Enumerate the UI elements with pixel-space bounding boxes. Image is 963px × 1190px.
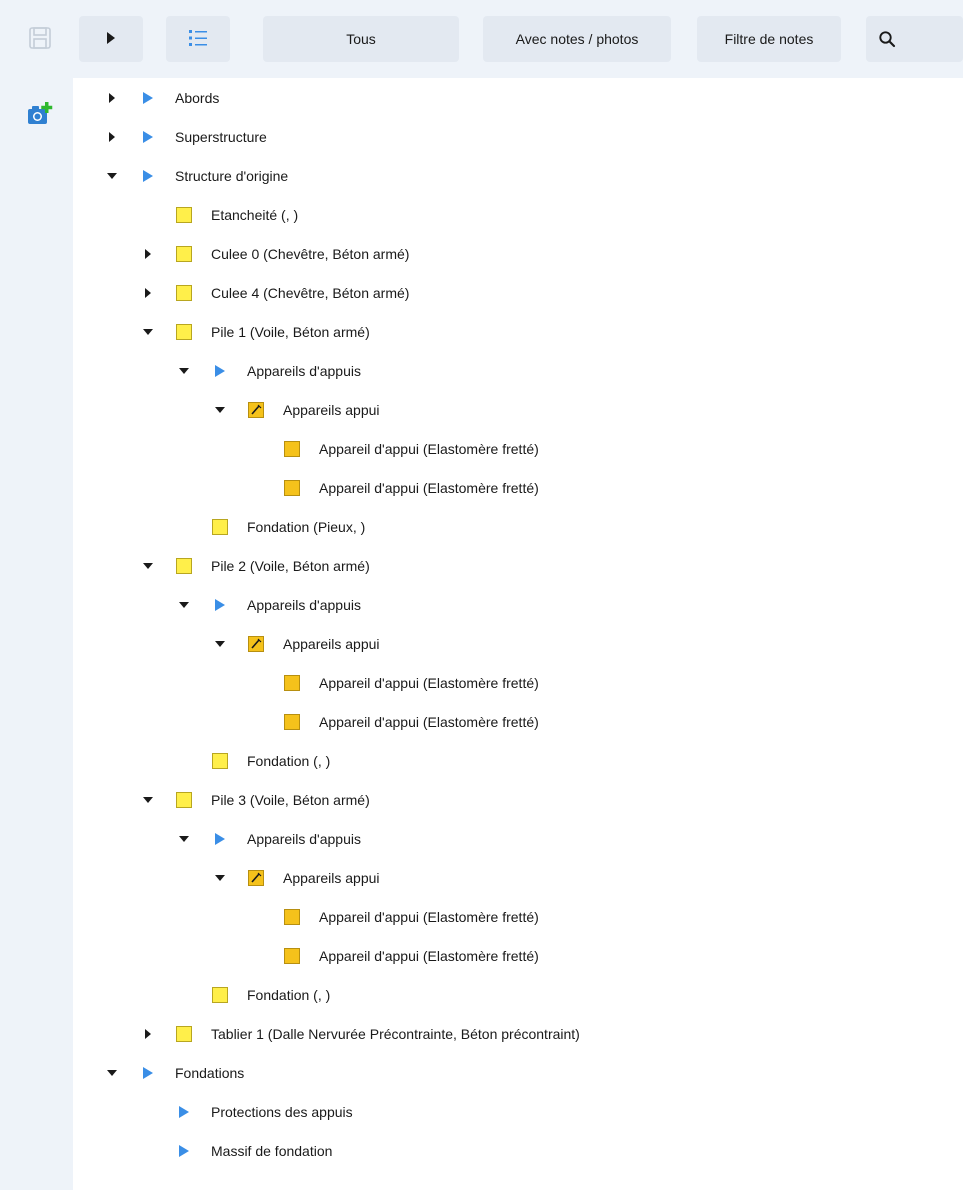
tree-node-label: Abords — [175, 90, 220, 106]
tree-node-label: Fondation (, ) — [247, 987, 331, 1003]
search-icon — [878, 30, 896, 51]
notes-filter-label: Filtre de notes — [724, 31, 814, 47]
search-button[interactable] — [866, 16, 963, 62]
tree-node-label: Appareil d'appui (Elastomère fretté) — [319, 441, 539, 457]
tree-node-label: Appareil d'appui (Elastomère fretté) — [319, 948, 539, 964]
section-arrow-icon — [175, 1142, 193, 1160]
tree-node-label: Appareils appui — [283, 870, 380, 886]
edit-pencil-icon — [247, 635, 265, 653]
collapse-caret-icon[interactable] — [105, 1066, 119, 1080]
toolbar: Tous Avec notes / photos Filtre de notes — [73, 0, 963, 78]
section-arrow-icon — [139, 128, 157, 146]
add-photo-button[interactable] — [20, 96, 60, 134]
section-arrow-icon — [175, 1103, 193, 1121]
list-view-button[interactable] — [166, 16, 230, 62]
component-square-icon — [175, 284, 193, 302]
tree-node-label: Culee 4 (Chevêtre, Béton armé) — [211, 285, 410, 301]
tree-node-label: Pile 3 (Voile, Béton armé) — [211, 792, 370, 808]
edit-pencil-icon — [247, 401, 265, 419]
item-square-icon — [283, 908, 301, 926]
item-square-icon — [283, 479, 301, 497]
tree-node-label: Culee 0 (Chevêtre, Béton armé) — [211, 246, 410, 262]
tree-view: Abords Superstructure Structure d'origin… — [73, 78, 963, 1190]
collapse-caret-icon[interactable] — [177, 364, 191, 378]
item-square-icon — [283, 713, 301, 731]
component-square-icon — [175, 557, 193, 575]
play-icon — [105, 31, 117, 48]
expand-caret-icon[interactable] — [105, 130, 119, 144]
camera-add-icon — [25, 99, 55, 132]
section-arrow-icon — [139, 1064, 157, 1082]
tree-node-label: Appareil d'appui (Elastomère fretté) — [319, 714, 539, 730]
collapse-caret-icon[interactable] — [213, 871, 227, 885]
play-button[interactable] — [79, 16, 143, 62]
tree-node-label: Etancheité (, ) — [211, 207, 299, 223]
tree-node-label: Massif de fondation — [211, 1143, 333, 1159]
section-arrow-icon — [211, 362, 229, 380]
section-arrow-icon — [139, 167, 157, 185]
section-arrow-icon — [211, 830, 229, 848]
tree-node-label: Appareil d'appui (Elastomère fretté) — [319, 675, 539, 691]
tree-node-label: Appareils d'appuis — [247, 597, 361, 613]
tree-node-label: Structure d'origine — [175, 168, 289, 184]
tree-node-label: Pile 1 (Voile, Béton armé) — [211, 324, 370, 340]
tree-node-label: Fondations — [175, 1065, 245, 1081]
collapse-caret-icon[interactable] — [105, 169, 119, 183]
expand-caret-icon[interactable] — [141, 247, 155, 261]
tree-node-label: Fondation (Pieux, ) — [247, 519, 366, 535]
section-arrow-icon — [139, 89, 157, 107]
tree-node-label: Appareils appui — [283, 636, 380, 652]
filter-notes-photos-label: Avec notes / photos — [515, 31, 639, 47]
tree-node-label: Appareil d'appui (Elastomère fretté) — [319, 480, 539, 496]
filter-all-label: Tous — [346, 31, 376, 47]
collapse-caret-icon[interactable] — [177, 598, 191, 612]
save-icon — [28, 26, 52, 53]
component-square-icon — [175, 1025, 193, 1043]
item-square-icon — [283, 440, 301, 458]
component-square-icon — [175, 791, 193, 809]
item-square-icon — [283, 947, 301, 965]
filter-notes-photos-button[interactable]: Avec notes / photos — [483, 16, 671, 62]
tree-node-label: Tablier 1 (Dalle Nervurée Précontrainte,… — [211, 1026, 580, 1042]
left-sidebar — [0, 0, 73, 1190]
component-square-icon — [175, 206, 193, 224]
notes-filter-button[interactable]: Filtre de notes — [697, 16, 841, 62]
tree-node-label: Appareils appui — [283, 402, 380, 418]
list-icon — [187, 27, 209, 52]
expand-caret-icon[interactable] — [141, 286, 155, 300]
expand-caret-icon[interactable] — [105, 91, 119, 105]
tree-node-label: Appareils d'appuis — [247, 831, 361, 847]
tree-node-label: Protections des appuis — [211, 1104, 353, 1120]
collapse-caret-icon[interactable] — [177, 832, 191, 846]
collapse-caret-icon[interactable] — [141, 325, 155, 339]
tree-node-label: Appareil d'appui (Elastomère fretté) — [319, 909, 539, 925]
component-square-icon — [211, 752, 229, 770]
collapse-caret-icon[interactable] — [141, 793, 155, 807]
collapse-caret-icon[interactable] — [213, 637, 227, 651]
filter-all-button[interactable]: Tous — [263, 16, 459, 62]
expand-caret-icon[interactable] — [141, 1027, 155, 1041]
component-square-icon — [211, 518, 229, 536]
component-square-icon — [175, 245, 193, 263]
component-square-icon — [211, 986, 229, 1004]
tree-node-label: Fondation (, ) — [247, 753, 331, 769]
edit-pencil-icon — [247, 869, 265, 887]
tree-node-label: Superstructure — [175, 129, 267, 145]
item-square-icon — [283, 674, 301, 692]
component-square-icon — [175, 323, 193, 341]
save-button[interactable] — [20, 20, 60, 58]
tree-node-label: Pile 2 (Voile, Béton armé) — [211, 558, 370, 574]
collapse-caret-icon[interactable] — [213, 403, 227, 417]
tree-node-label: Appareils d'appuis — [247, 363, 361, 379]
section-arrow-icon — [211, 596, 229, 614]
collapse-caret-icon[interactable] — [141, 559, 155, 573]
